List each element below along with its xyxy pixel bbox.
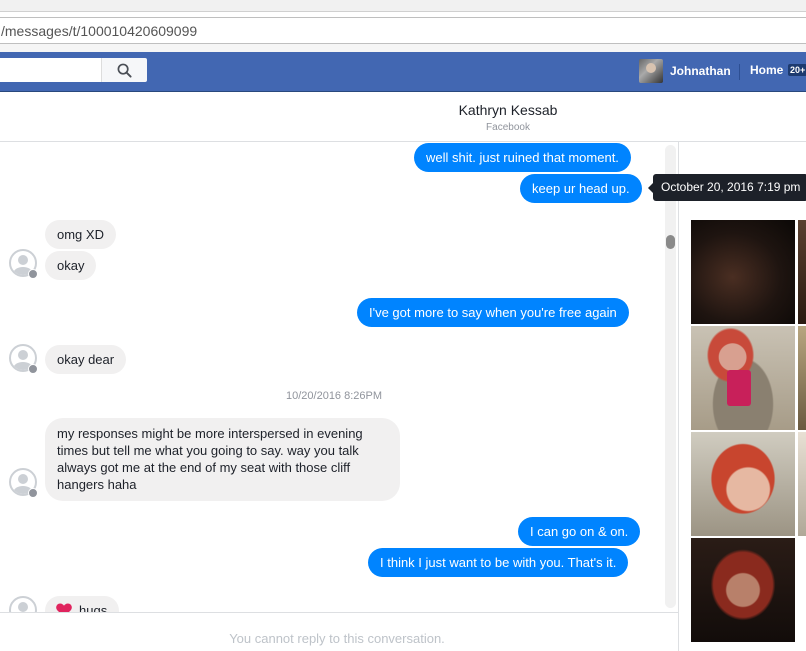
thread-scrollbar[interactable] bbox=[665, 145, 676, 608]
profile-name: Johnathan bbox=[670, 64, 731, 78]
scrollbar-thumb[interactable] bbox=[666, 235, 675, 249]
shared-photos-panel bbox=[679, 142, 806, 651]
browser-toolbar-gap bbox=[0, 44, 806, 52]
conversation-title[interactable]: Kathryn Kessab bbox=[0, 102, 806, 118]
facebook-top-bar: Johnathan Home 20+ bbox=[0, 52, 806, 92]
home-link[interactable]: Home bbox=[750, 63, 783, 77]
message-bubble-outgoing[interactable]: I've got more to say when you're free ag… bbox=[357, 298, 629, 327]
address-bar-url: /messages/t/100010420609099 bbox=[1, 23, 198, 39]
shared-photo[interactable] bbox=[691, 432, 795, 536]
message-bubble-incoming[interactable]: okay dear bbox=[45, 345, 127, 374]
heart-icon bbox=[57, 604, 71, 612]
message-bubble-outgoing[interactable]: I can go on & on. bbox=[518, 517, 641, 546]
notification-badge: 20+ bbox=[788, 64, 806, 76]
shared-photo[interactable] bbox=[798, 220, 806, 324]
timestamp-text: 10/20/2016 8:26PM bbox=[286, 390, 383, 402]
message-text: hugs bbox=[79, 603, 108, 612]
search-icon bbox=[117, 63, 132, 78]
composer-area: You cannot reply to this conversation. bbox=[0, 612, 678, 651]
nav-divider bbox=[739, 64, 740, 80]
facebook-badge-icon bbox=[28, 269, 38, 279]
message-thread[interactable]: well shit. just ruined that moment. keep… bbox=[0, 142, 678, 612]
address-bar[interactable]: /messages/t/100010420609099 bbox=[0, 17, 806, 44]
shared-photo[interactable] bbox=[691, 326, 795, 430]
message-timestamp-tooltip: October 20, 2016 7:19 pm bbox=[647, 174, 806, 201]
message-bubble-outgoing[interactable]: well shit. just ruined that moment. bbox=[414, 143, 631, 172]
message-bubble-incoming[interactable]: okay bbox=[45, 251, 97, 280]
shared-photo[interactable] bbox=[691, 220, 795, 324]
message-bubble-incoming[interactable]: omg XD bbox=[45, 220, 116, 249]
facebook-badge-icon bbox=[28, 364, 38, 374]
profile-link[interactable]: Johnathan bbox=[639, 59, 731, 83]
conversation-header: Kathryn Kessab Facebook bbox=[0, 92, 806, 142]
browser-tab-strip bbox=[0, 0, 806, 12]
reply-disabled-notice: You cannot reply to this conversation. bbox=[229, 631, 445, 646]
conversation-source: Facebook bbox=[486, 122, 530, 133]
search-button[interactable] bbox=[101, 58, 147, 82]
avatar bbox=[639, 59, 663, 83]
search-input[interactable] bbox=[0, 58, 101, 82]
facebook-badge-icon bbox=[28, 488, 38, 498]
message-bubble-incoming[interactable]: hugs bbox=[45, 596, 120, 612]
shared-photo[interactable] bbox=[798, 326, 806, 430]
message-bubble-outgoing[interactable]: I think I just want to be with you. That… bbox=[368, 548, 629, 577]
shared-photo[interactable] bbox=[691, 538, 795, 642]
shared-photo[interactable] bbox=[798, 432, 806, 536]
default-avatar-icon[interactable] bbox=[9, 596, 37, 612]
message-bubble-outgoing[interactable]: keep ur head up. bbox=[520, 174, 642, 203]
message-bubble-incoming[interactable]: my responses might be more interspersed … bbox=[45, 418, 400, 501]
